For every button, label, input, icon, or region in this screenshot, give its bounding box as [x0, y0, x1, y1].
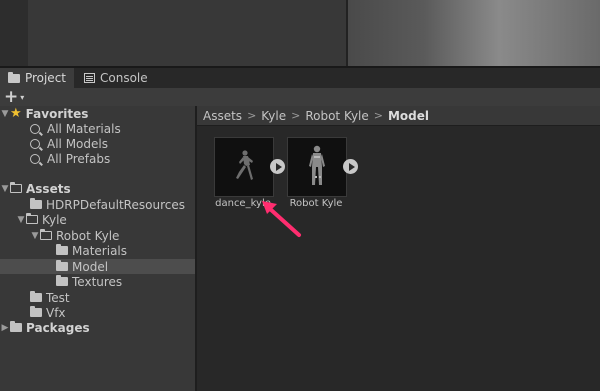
- tree-item-robot-kyle[interactable]: ▼ Robot Kyle: [0, 228, 195, 243]
- tree-item-all-prefabs[interactable]: All Prefabs: [0, 151, 195, 166]
- expand-arrow-icon[interactable]: ▼: [0, 184, 10, 194]
- tree-item-assets[interactable]: ▼ Assets: [0, 181, 195, 196]
- breadcrumb-item[interactable]: Robot Kyle: [305, 109, 368, 123]
- chevron-down-icon: ▾: [20, 92, 25, 102]
- tree-item-all-models[interactable]: All Models: [0, 136, 195, 151]
- scene-toolbar-area: [28, 0, 346, 66]
- plus-icon: +: [4, 87, 19, 107]
- folder-icon: [30, 306, 42, 317]
- project-tree: ▼ ★ Favorites All Materials All Models A…: [0, 106, 197, 391]
- folder-icon: [56, 244, 68, 255]
- annotation-arrow-icon: [262, 201, 301, 237]
- folder-icon: [10, 321, 22, 332]
- asset-browser: Assets > Kyle > Robot Kyle > Model dance…: [197, 106, 600, 391]
- animation-clip-icon: [236, 150, 253, 180]
- asset-thumbnail[interactable]: [287, 137, 358, 197]
- tree-item-label: Packages: [26, 320, 90, 335]
- expand-arrow-icon[interactable]: ▼: [0, 109, 10, 119]
- search-icon: [30, 123, 40, 134]
- tree-item-hdrpdefaultresources[interactable]: HDRPDefaultResources: [0, 197, 195, 212]
- console-icon: [84, 73, 95, 83]
- tree-item-label: Materials: [72, 243, 128, 258]
- tree-item-label: Robot Kyle: [56, 228, 120, 243]
- tree-item-materials[interactable]: Materials: [0, 243, 195, 258]
- tree-item-kyle[interactable]: ▼ Kyle: [0, 212, 195, 227]
- create-button[interactable]: + ▾: [4, 88, 24, 106]
- asset-tile-robot-kyle[interactable]: Robot Kyle: [287, 137, 358, 209]
- chevron-right-icon: >: [373, 109, 383, 122]
- expand-arrow-icon[interactable]: ▶: [0, 323, 10, 333]
- breadcrumb-item[interactable]: Assets: [203, 109, 242, 123]
- play-icon[interactable]: [343, 159, 358, 174]
- tree-item-label: HDRPDefaultResources: [46, 197, 185, 212]
- tree-item-label: Textures: [72, 274, 123, 289]
- tree-item-model[interactable]: Model: [0, 259, 195, 274]
- expand-arrow-icon[interactable]: ▼: [30, 231, 40, 241]
- asset-tile-dance-kyle[interactable]: dance_kyle: [214, 137, 285, 209]
- tree-item-vfx[interactable]: Vfx: [0, 305, 195, 320]
- tab-console-label: Console: [100, 71, 148, 85]
- search-icon: [30, 138, 40, 149]
- search-icon: [30, 153, 40, 164]
- folder-icon: [30, 291, 42, 302]
- chevron-right-icon: >: [247, 109, 257, 122]
- asset-thumbnail[interactable]: [214, 137, 285, 197]
- folder-open-icon: [9, 182, 22, 193]
- tree-item-label: All Materials: [47, 121, 121, 136]
- tree-item-label: All Prefabs: [47, 151, 111, 166]
- breadcrumb-current[interactable]: Model: [388, 109, 429, 123]
- scene-left-strip: [0, 0, 28, 66]
- tab-bar: Project Console: [0, 68, 600, 88]
- model-icon: [309, 145, 325, 185]
- tree-item-label: Favorites: [25, 106, 89, 121]
- tree-item-label: All Models: [47, 136, 108, 151]
- folder-icon: [30, 198, 42, 209]
- chevron-right-icon: >: [291, 109, 301, 122]
- tree-item-favorites[interactable]: ▼ ★ Favorites: [0, 106, 195, 121]
- expand-arrow-icon[interactable]: ▼: [16, 215, 26, 225]
- breadcrumb: Assets > Kyle > Robot Kyle > Model: [197, 106, 600, 126]
- folder-icon: [8, 71, 20, 83]
- tree-item-textures[interactable]: Textures: [0, 274, 195, 289]
- breadcrumb-item[interactable]: Kyle: [261, 109, 286, 123]
- tab-project[interactable]: Project: [0, 68, 74, 88]
- tree-item-label: Model: [72, 259, 109, 274]
- play-icon[interactable]: [270, 159, 285, 174]
- tab-project-label: Project: [24, 71, 66, 85]
- star-icon: ★: [10, 105, 22, 121]
- folder-open-icon: [39, 229, 52, 240]
- tree-item-label: Test: [46, 290, 70, 305]
- tree-item-test[interactable]: Test: [0, 290, 195, 305]
- folder-icon: [56, 275, 68, 286]
- tree-item-packages[interactable]: ▶ Packages: [0, 320, 195, 335]
- tree-item-all-materials[interactable]: All Materials: [0, 121, 195, 136]
- scene-viewport[interactable]: [346, 0, 600, 66]
- folder-open-icon: [25, 213, 38, 224]
- tree-item-label: Kyle: [42, 212, 67, 227]
- tree-item-label: Assets: [26, 181, 71, 196]
- tree-item-label: Vfx: [46, 305, 66, 320]
- tab-console[interactable]: Console: [76, 68, 156, 88]
- project-toolbar: + ▾: [0, 88, 600, 107]
- folder-icon: [56, 260, 68, 271]
